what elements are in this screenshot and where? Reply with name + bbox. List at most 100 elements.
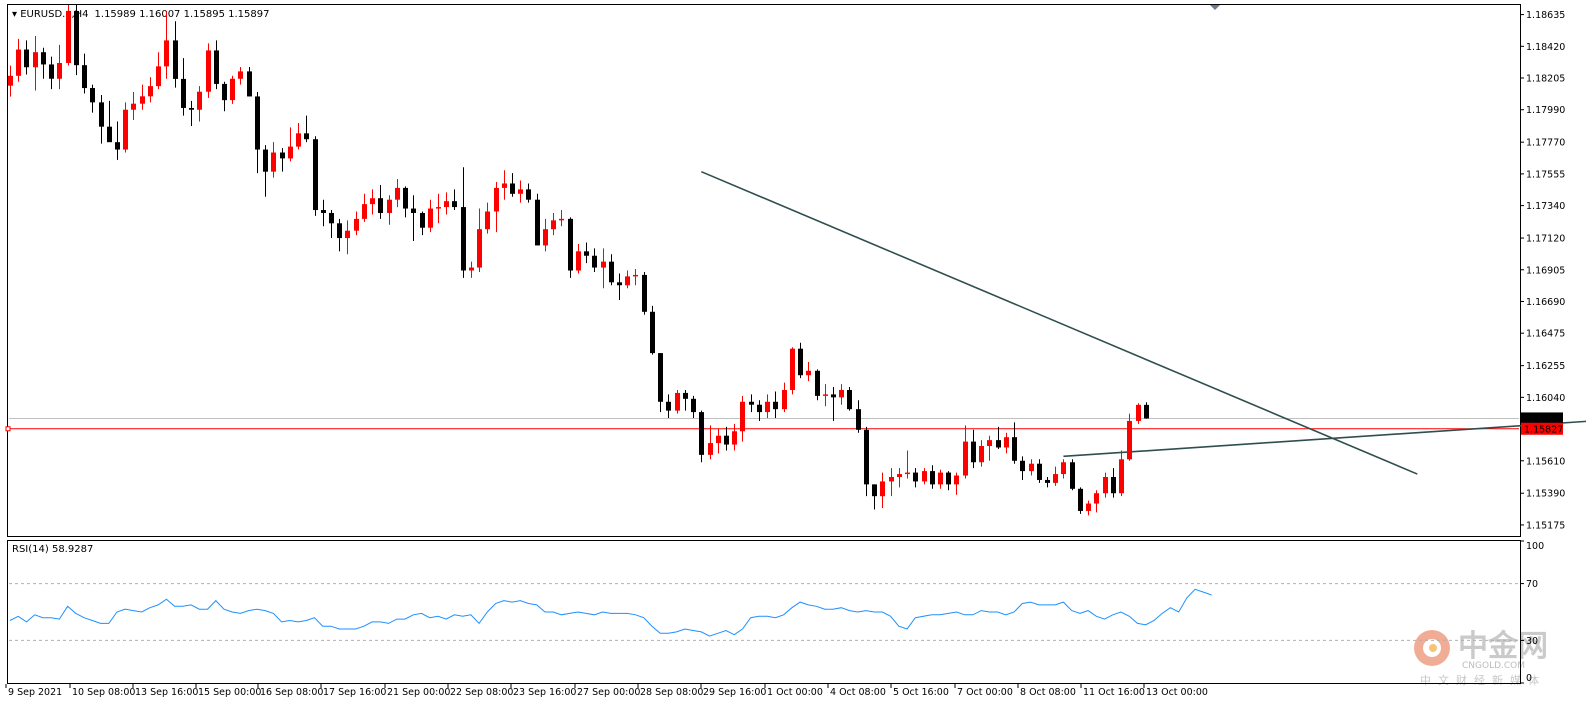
time-label: 10 Sep 08:00: [72, 687, 135, 698]
candle: [99, 94, 104, 144]
candle-body: [1136, 404, 1141, 421]
candle-body: [979, 446, 984, 463]
line-price-label: 1.15827: [1524, 424, 1563, 435]
candle: [411, 195, 416, 241]
candle-body: [304, 133, 309, 140]
candle: [214, 40, 219, 90]
candle-body: [971, 441, 976, 463]
candle-body: [1094, 493, 1099, 504]
candle-body: [625, 276, 630, 286]
candle: [469, 261, 474, 278]
candle: [823, 384, 828, 407]
candle-body: [164, 40, 169, 67]
price-tick-label: 1.15610: [1526, 456, 1565, 467]
candle: [222, 81, 227, 112]
candle: [1037, 459, 1042, 483]
rsi-label: RSI(14) 58.9287: [12, 544, 93, 555]
candle-body: [880, 481, 885, 497]
candle-body: [230, 78, 235, 101]
shift-marker-icon[interactable]: [1210, 5, 1220, 10]
candle-body: [411, 208, 416, 213]
time-axis: 9 Sep 2021 10 Sep 08:00 13 Sep 16:00 15 Sep…: [5, 684, 1208, 698]
rsi-level-label: 0: [1526, 673, 1532, 684]
candle-body: [238, 71, 243, 79]
candle-body: [1111, 477, 1116, 494]
candle-body: [131, 103, 136, 110]
candle-body: [839, 389, 844, 398]
candle-body: [823, 394, 828, 396]
candle-body: [1012, 437, 1017, 461]
candle: [66, 5, 71, 66]
candle-body: [1086, 503, 1091, 511]
candle: [913, 468, 918, 488]
candle: [1144, 402, 1149, 419]
candle: [971, 429, 976, 469]
rsi-level-label: 70: [1526, 579, 1538, 590]
candle-body: [1070, 462, 1075, 489]
candle: [650, 305, 655, 355]
candle-body: [387, 199, 392, 213]
candle: [1119, 450, 1124, 497]
candle-body: [181, 78, 186, 108]
candle: [1127, 413, 1132, 461]
candle: [1061, 459, 1066, 479]
candle: [90, 84, 95, 113]
candle: [354, 211, 359, 236]
candle-body: [461, 207, 466, 271]
horizontal-line-handle[interactable]: [5, 426, 11, 432]
candle-body: [633, 274, 638, 277]
candle-body: [584, 251, 589, 256]
candle-body: [749, 401, 754, 405]
candle: [345, 220, 350, 255]
candle: [313, 136, 318, 216]
candle-body: [806, 370, 811, 376]
symbol-dropdown-icon[interactable]: ▾: [12, 9, 20, 20]
candle: [444, 192, 449, 215]
candle-body: [222, 83, 227, 101]
candle-body: [477, 229, 482, 268]
time-label: 8 Oct 08:00: [1020, 687, 1076, 698]
candle-body: [526, 189, 531, 200]
candle: [296, 123, 301, 150]
time-label: 4 Oct 08:00: [830, 687, 886, 698]
price-tick-label: 1.17120: [1526, 234, 1565, 245]
candle: [395, 179, 400, 208]
candle-body: [1045, 479, 1050, 483]
candle: [897, 468, 902, 488]
candle: [806, 361, 811, 382]
candle: [609, 254, 614, 286]
candle: [1070, 459, 1075, 491]
candle-body: [337, 223, 342, 239]
candle-body: [930, 471, 935, 485]
candle: [699, 410, 704, 463]
time-label: 17 Sep 16:00: [323, 687, 386, 698]
candle: [1029, 459, 1034, 476]
candle-body: [378, 198, 383, 213]
price-tick-label: 1.17555: [1526, 169, 1565, 180]
candle: [732, 423, 737, 451]
candle-body: [963, 441, 968, 476]
candle: [263, 145, 268, 197]
candle-body: [1053, 474, 1058, 483]
candle-body: [494, 187, 499, 212]
rsi-level-label: 100: [1526, 541, 1544, 552]
chart-svg: 中金网 CNGOLD.COM 中文财经新媒体 ▾ EURUSD.a,H4 1.15…: [5, 4, 1586, 698]
candle-body: [609, 261, 614, 283]
candle: [979, 440, 984, 467]
candle: [362, 193, 367, 222]
candle-body: [535, 199, 540, 246]
candles: [8, 5, 1149, 516]
price-tick-label: 1.15390: [1526, 489, 1565, 500]
candle: [107, 100, 112, 143]
time-label: 22 Sep 08:00: [450, 687, 513, 698]
candle-body: [699, 412, 704, 455]
candle-body: [247, 71, 252, 97]
time-label: 28 Sep 08:00: [640, 687, 703, 698]
candle-body: [57, 62, 62, 79]
candle: [238, 66, 243, 85]
candle-body: [946, 472, 951, 485]
candle-body: [66, 10, 71, 63]
candle: [247, 66, 252, 97]
candle-body: [872, 484, 877, 497]
candle: [304, 115, 309, 143]
